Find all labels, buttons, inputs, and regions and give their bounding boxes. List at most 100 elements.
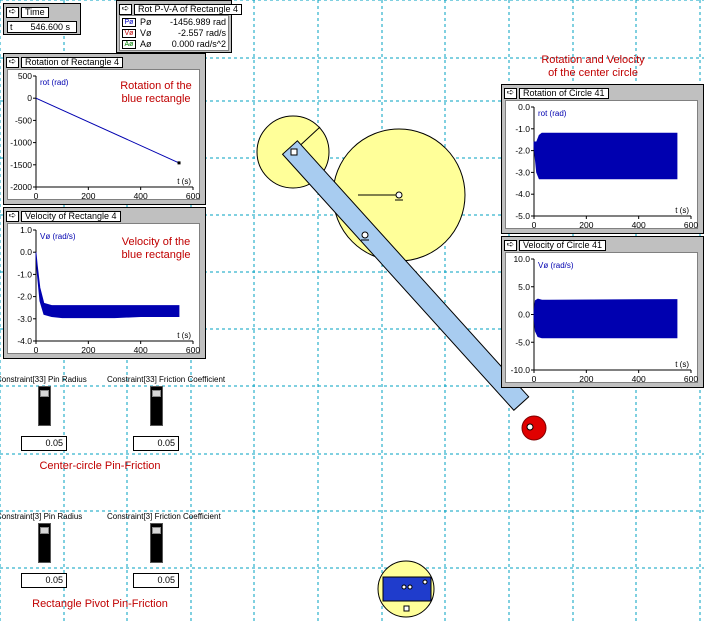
y-tick-label: 0 [27, 93, 32, 103]
annotation-rotation-rect: Rotation of the blue rectangle [120, 80, 192, 105]
x-axis-label: t (s) [675, 206, 689, 215]
pva-value-0: -1456.989 rad [169, 17, 226, 27]
series-name: Vø (rad/s) [40, 232, 76, 241]
x-tick-label: 400 [134, 345, 148, 355]
series-band [35, 252, 180, 319]
series-name: Vø (rad/s) [538, 261, 574, 270]
y-tick-label: -4.0 [17, 336, 32, 346]
arrow-right-icon[interactable]: ➪ [119, 3, 132, 15]
slider-label-2: Constraint[3] Pin Radius [0, 512, 83, 521]
y-tick-label: 1.0 [20, 225, 32, 235]
time-meter[interactable]: ➪ Time t 546.600 s [3, 3, 81, 35]
bottom-pin-1 [401, 584, 407, 590]
y-tick-label: 0.0 [518, 102, 530, 112]
slider-track-2[interactable] [38, 523, 51, 563]
arrow-right-icon[interactable]: ➪ [6, 56, 19, 68]
bottom-pin-square [403, 605, 410, 612]
slider-knob-0[interactable] [40, 390, 49, 398]
rotation-circle-window[interactable]: ➪ Rotation of Circle 41 0.0 -1.0 -2.0 -3.0 -… [501, 84, 704, 234]
pva-value-2: 0.000 rad/s^2 [171, 39, 226, 49]
x-axis-label: t (s) [177, 331, 191, 340]
arrow-right-icon[interactable]: ➪ [504, 87, 517, 99]
slider-label-3: Constraint[3] Friction Coefficient [107, 512, 221, 521]
annotation-center-pin: Center-circle Pin-Friction [39, 460, 161, 472]
x-tick-label: 600 [684, 374, 698, 384]
velocity-rectangle-window[interactable]: ➪ Velocity of Rectangle 4 1.0 0.0 -1.0 -2.0… [3, 207, 206, 359]
series-line [35, 97, 180, 164]
time-value: 546.600 s [30, 22, 70, 32]
arrow-right-icon[interactable]: ➪ [6, 6, 19, 18]
x-axis-label: t (s) [675, 360, 689, 369]
chart-title: Velocity of Circle 41 [519, 239, 607, 251]
series-end-marker [177, 161, 181, 165]
chart-title: Rotation of Circle 41 [519, 87, 609, 99]
slider-knob-2[interactable] [40, 527, 49, 535]
x-tick-label: 0 [34, 191, 39, 201]
slider-track-1[interactable] [150, 386, 163, 426]
slider-knob-1[interactable] [152, 390, 161, 398]
slider-knob-3[interactable] [152, 527, 161, 535]
pva-label-2: Aø [140, 39, 152, 49]
annotation-velocity-rect: Velocity of the blue rectangle [121, 236, 191, 261]
slider-label-1: Constraint[33] Friction Coefficient [107, 375, 226, 384]
chart-svg-3: 10.0 5.0 0.0 -5.0 -10.00 200 400 600 t (s) Vø (ra… [511, 254, 699, 384]
time-meter-title: Time [21, 6, 49, 18]
pva-meter[interactable]: ➪ Rot P-V-A of Rectangle 4 Pø Pø -1456.989… [116, 0, 243, 53]
slider-value-field-1[interactable]: 0.05 [133, 436, 179, 451]
chart-svg-2: 0.0 -1.0 -2.0 -3.0 -4.0 -5.00 200 400 600 t (s) ro… [515, 102, 698, 230]
x-tick-label: 0 [532, 374, 537, 384]
y-tick-label: -3.0 [515, 167, 530, 177]
chart-plot-area: 10.0 5.0 0.0 -5.0 -10.0 0 200 400 600 t (s) Vø (ra… [505, 252, 699, 384]
slider-value-field-0[interactable]: 0.05 [21, 436, 67, 451]
chart-title: Rotation of Rectangle 4 [21, 56, 124, 68]
x-tick-label: 600 [186, 345, 200, 355]
x-tick-label: 200 [81, 345, 95, 355]
y-tick-label: 5.0 [518, 282, 530, 292]
pva-label-0: Pø [140, 17, 152, 27]
y-tick-label: 500 [18, 71, 32, 81]
x-tick-label: 400 [134, 191, 148, 201]
y-tick-label: -4.0 [515, 189, 530, 199]
chart-title: Velocity of Rectangle 4 [21, 210, 121, 222]
x-tick-label: 0 [532, 220, 537, 230]
y-tick-label: -2.0 [515, 146, 530, 156]
pva-value-1: -2.557 rad/s [177, 28, 226, 38]
series-name: rot (rad) [538, 109, 567, 118]
red-ball[interactable] [521, 415, 547, 441]
series-band [533, 298, 678, 339]
y-tick-label: -5.0 [515, 337, 530, 347]
x-tick-label: 600 [186, 191, 200, 201]
y-tick-label: -5.0 [515, 211, 530, 221]
velocity-circle-window[interactable]: ➪ Velocity of Circle 41 10.0 5.0 0.0 -5.0 -1… [501, 236, 704, 388]
slider-track-0[interactable] [38, 386, 51, 426]
rotation-rectangle-window[interactable]: ➪ Rotation of Rectangle 4 500 0 -500 -1000 -… [3, 53, 206, 205]
y-tick-label: -1000 [10, 138, 32, 148]
x-tick-label: 600 [684, 220, 698, 230]
x-tick-label: 200 [579, 374, 593, 384]
x-tick-label: 400 [632, 220, 646, 230]
arrow-right-icon[interactable]: ➪ [6, 210, 19, 222]
annotation-rect-pin: Rectangle Pivot Pin-Friction [32, 598, 168, 610]
slider-value-field-3[interactable]: 0.05 [133, 573, 179, 588]
pva-meter-title: Rot P-V-A of Rectangle 4 [134, 3, 243, 15]
pva-tag-2[interactable]: Aø [122, 40, 136, 49]
arrow-right-icon[interactable]: ➪ [504, 239, 517, 251]
pva-label-1: Vø [140, 28, 152, 38]
slider-value-field-2[interactable]: 0.05 [21, 573, 67, 588]
x-tick-label: 0 [34, 345, 39, 355]
bottom-pin-2 [407, 584, 413, 590]
series-name: rot (rad) [40, 78, 69, 87]
slider-track-3[interactable] [150, 523, 163, 563]
annotation-circle: Rotation and Velocity of the center circl… [541, 54, 645, 79]
pva-tag-0[interactable]: Pø [122, 18, 136, 27]
y-tick-label: -1500 [10, 160, 32, 170]
slider-label-0: Constraint[33] Pin Radius [0, 375, 87, 384]
pva-tag-1[interactable]: Vø [122, 29, 136, 38]
red-ball-pin [526, 423, 534, 431]
y-tick-label: 0.0 [20, 247, 32, 257]
x-tick-label: 200 [81, 191, 95, 201]
bottom-pin-3 [422, 579, 428, 585]
y-tick-label: -1.0 [17, 269, 32, 279]
rectangle-pivot-pin[interactable] [290, 148, 298, 156]
x-axis-label: t (s) [177, 177, 191, 186]
